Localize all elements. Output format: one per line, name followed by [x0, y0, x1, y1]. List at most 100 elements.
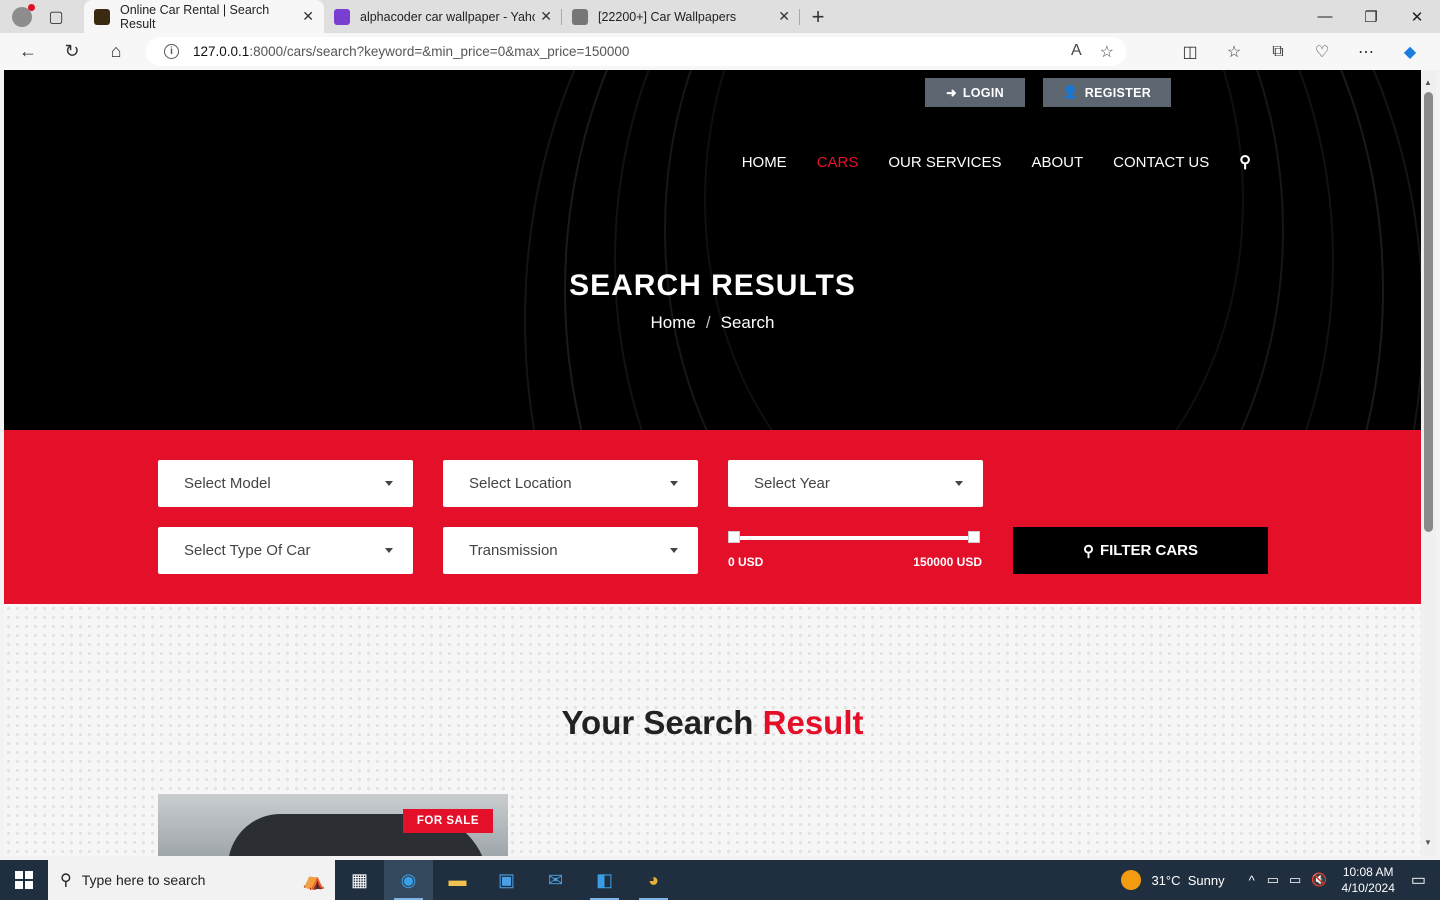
- favorites-icon[interactable]: ☆: [1212, 33, 1256, 70]
- clock[interactable]: 10:08 AM 4/10/2024: [1341, 864, 1394, 896]
- location-select-value: Select Location: [469, 475, 572, 492]
- model-select-value: Select Model: [184, 475, 271, 492]
- register-label: REGISTER: [1084, 85, 1152, 100]
- restore-icon[interactable]: ❐: [1348, 0, 1394, 33]
- weather-sun-icon: [1121, 870, 1142, 890]
- microsoft-store-icon[interactable]: ▣: [482, 860, 531, 900]
- tab-car-wallpapers[interactable]: [22200+] Car Wallpapers ✕: [562, 0, 800, 33]
- main-nav: HOME CARS OUR SERVICES ABOUT CONTACT US …: [742, 152, 1251, 172]
- max-price-handle[interactable]: [968, 531, 980, 543]
- nav-cars[interactable]: CARS: [817, 154, 859, 171]
- range-track[interactable]: [732, 536, 978, 540]
- register-button[interactable]: 👤 REGISTER: [1043, 78, 1171, 107]
- windows-start-icon[interactable]: [0, 860, 48, 900]
- close-window-icon[interactable]: ✕: [1394, 0, 1440, 33]
- page-viewport: ➜ LOGIN 👤 REGISTER HOME CARS OUR SERVICE…: [4, 70, 1421, 856]
- task-view-icon[interactable]: ▦: [335, 860, 384, 900]
- filter-panel: Select Model Select Location Select Year…: [4, 430, 1421, 604]
- minimize-icon[interactable]: —: [1302, 0, 1348, 33]
- close-tab-icon[interactable]: ✕: [302, 8, 314, 25]
- chrome-icon[interactable]: ◕: [629, 860, 678, 900]
- windows-taskbar: ⚲ Type here to search ⛺ ▦ ◉ ▬ ▣ ✉ ◧ ◕ 31…: [0, 860, 1440, 900]
- user-plus-icon: 👤: [1062, 85, 1079, 99]
- login-button[interactable]: ➜ LOGIN: [925, 78, 1025, 107]
- price-range-slider: 0 USD 150000 USD: [728, 530, 982, 580]
- page-title: SEARCH RESULTS: [569, 269, 856, 302]
- nav-about[interactable]: ABOUT: [1031, 154, 1083, 171]
- caret-down-icon: [955, 481, 963, 486]
- nav-our-services[interactable]: OUR SERVICES: [888, 154, 1001, 171]
- site-info-icon[interactable]: i: [164, 44, 179, 59]
- file-explorer-icon[interactable]: ▬: [433, 860, 482, 900]
- tab-title: alphacoder car wallpaper - Yahoo: [360, 9, 535, 24]
- system-tray: 31°C Sunny ^ ▭ ▭ 🔇 10:08 AM 4/10/2024 ▭: [1121, 860, 1440, 900]
- car-card[interactable]: FOR SALE: [158, 794, 508, 856]
- caret-down-icon: [670, 548, 678, 553]
- results-heading: Your Search Result: [4, 704, 1421, 742]
- close-tab-icon[interactable]: ✕: [540, 8, 552, 25]
- network-icon[interactable]: ▭: [1289, 872, 1301, 888]
- meet-now-icon[interactable]: ▭: [1267, 872, 1279, 888]
- login-label: LOGIN: [962, 85, 1004, 100]
- sign-in-icon: ➜: [946, 86, 957, 100]
- taskbar-search-box[interactable]: ⚲ Type here to search ⛺: [48, 860, 335, 900]
- page-scrollbar[interactable]: ▲ ▼: [1421, 70, 1436, 856]
- collections-icon[interactable]: ⧉: [1256, 33, 1300, 70]
- search-icon: ⚲: [1082, 542, 1094, 560]
- url-host: 127.0.0.1: [193, 44, 250, 59]
- vscode-icon[interactable]: ◧: [580, 860, 629, 900]
- refresh-icon[interactable]: ↻: [50, 33, 94, 70]
- min-price-label: 0 USD: [728, 555, 764, 569]
- mail-icon[interactable]: ✉: [531, 860, 580, 900]
- volume-muted-icon[interactable]: 🔇: [1311, 872, 1327, 888]
- transmission-select[interactable]: Transmission: [443, 527, 698, 574]
- scroll-up-icon[interactable]: ▲: [1424, 78, 1432, 87]
- close-tab-icon[interactable]: ✕: [778, 8, 790, 25]
- browser-essentials-icon[interactable]: ♡: [1300, 33, 1344, 70]
- tab-title: Online Car Rental | Search Result: [120, 2, 270, 31]
- tab-title: [22200+] Car Wallpapers: [598, 9, 737, 24]
- nav-home[interactable]: HOME: [742, 154, 787, 171]
- tab-alphacoder[interactable]: alphacoder car wallpaper - Yahoo ✕: [324, 0, 562, 33]
- filter-cars-button[interactable]: ⚲ FILTER CARS: [1013, 527, 1268, 574]
- min-price-handle[interactable]: [728, 531, 740, 543]
- copilot-icon[interactable]: ◆: [1388, 33, 1432, 70]
- search-highlight-icon: ⛺: [302, 869, 325, 890]
- breadcrumb-separator: /: [705, 313, 711, 332]
- results-section: Your Search Result FOR SALE: [4, 604, 1421, 856]
- scroll-down-icon[interactable]: ▼: [1424, 838, 1432, 847]
- for-sale-badge: FOR SALE: [402, 809, 493, 833]
- search-icon[interactable]: ⚲: [1239, 152, 1251, 172]
- nav-contact-us[interactable]: CONTACT US: [1113, 154, 1209, 171]
- weather-text[interactable]: 31°C Sunny: [1151, 873, 1224, 888]
- model-select[interactable]: Select Model: [158, 460, 413, 507]
- notifications-icon[interactable]: ▭: [1411, 870, 1426, 890]
- year-select[interactable]: Select Year: [728, 460, 983, 507]
- car-type-select[interactable]: Select Type Of Car: [158, 527, 413, 574]
- car-type-select-value: Select Type Of Car: [184, 542, 311, 559]
- back-icon[interactable]: ←: [6, 33, 50, 70]
- taskbar-search-placeholder: Type here to search: [81, 872, 206, 888]
- read-aloud-icon[interactable]: A: [1071, 42, 1082, 62]
- home-icon[interactable]: ⌂: [94, 33, 138, 70]
- favorite-star-icon[interactable]: ☆: [1100, 42, 1114, 62]
- tab-favicon-icon: [334, 8, 350, 25]
- breadcrumb-home[interactable]: Home: [651, 313, 696, 332]
- caret-down-icon: [670, 481, 678, 486]
- tab-online-car-rental[interactable]: Online Car Rental | Search Result ✕: [84, 0, 324, 33]
- scrollbar-thumb[interactable]: [1424, 92, 1433, 532]
- new-tab-icon[interactable]: +: [806, 4, 830, 29]
- show-hidden-icons-icon[interactable]: ^: [1249, 873, 1255, 888]
- location-select[interactable]: Select Location: [443, 460, 698, 507]
- address-bar[interactable]: i 127.0.0.1:8000/cars/search?keyword=&mi…: [146, 37, 1126, 66]
- tab-actions-icon[interactable]: ▢: [44, 5, 68, 29]
- results-heading-main: Your Search: [561, 704, 763, 741]
- edge-app-icon[interactable]: ◉: [384, 860, 433, 900]
- split-screen-icon[interactable]: ◫: [1168, 33, 1212, 70]
- caret-down-icon: [385, 548, 393, 553]
- max-price-label: 150000 USD: [913, 555, 982, 569]
- breadcrumb-current: Search: [720, 313, 775, 332]
- more-icon[interactable]: ⋯: [1344, 33, 1388, 70]
- profile-avatar[interactable]: [0, 3, 44, 27]
- caret-down-icon: [385, 481, 393, 486]
